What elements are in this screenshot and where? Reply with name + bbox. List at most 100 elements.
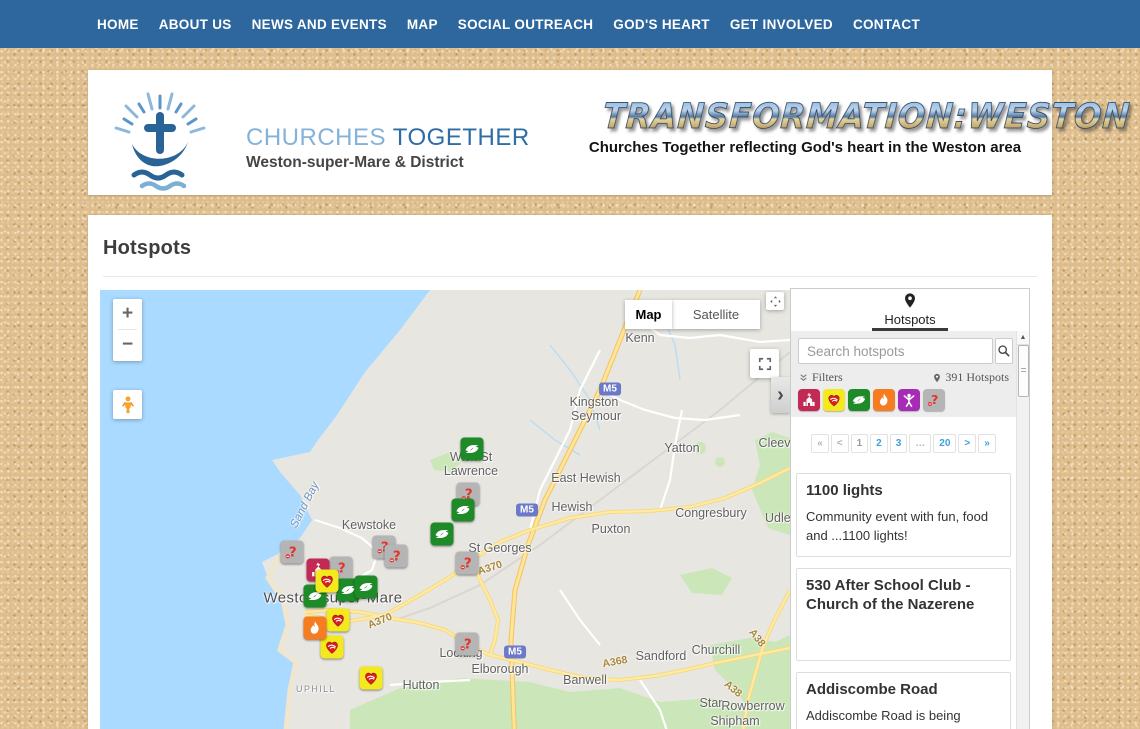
churches-together-logo: CHURCHES TOGETHER Weston-super-Mare & Di… bbox=[98, 88, 568, 188]
nav-item-about-us[interactable]: ABOUT US bbox=[149, 17, 242, 32]
zoom-out-button[interactable]: − bbox=[113, 330, 142, 360]
page-button-3[interactable]: 3 bbox=[890, 434, 908, 453]
hotspot-title: Addiscombe Road bbox=[806, 681, 1001, 700]
road-badge-m5: M5 bbox=[504, 646, 526, 659]
nav-item-get-involved[interactable]: GET INVOLVED bbox=[720, 17, 843, 32]
map-pin-icon bbox=[932, 372, 942, 384]
hands-icon bbox=[463, 440, 482, 459]
search-input[interactable] bbox=[798, 338, 993, 364]
heart-icon bbox=[329, 611, 348, 630]
filters-toggle[interactable]: Filters bbox=[798, 370, 843, 385]
search-button[interactable] bbox=[995, 338, 1013, 364]
map-marker-question[interactable] bbox=[456, 633, 479, 656]
search-icon bbox=[996, 343, 1012, 359]
map-marker-question[interactable] bbox=[385, 545, 408, 568]
question-icon bbox=[458, 554, 477, 573]
map-type-map-button[interactable]: Map bbox=[625, 300, 672, 329]
panel-scrollbar[interactable]: ▲ bbox=[1016, 331, 1029, 729]
hotspot-title: 1100 lights bbox=[806, 482, 1001, 501]
filter-chip-hands[interactable] bbox=[848, 389, 870, 411]
heart-icon bbox=[362, 669, 381, 688]
page-button-1: 1 bbox=[851, 434, 869, 453]
fullscreen-icon bbox=[756, 355, 774, 373]
map-marker-heart[interactable] bbox=[360, 667, 383, 690]
hotspot-description bbox=[806, 620, 1001, 650]
page-button-20[interactable]: 20 bbox=[933, 434, 956, 453]
question-icon bbox=[925, 391, 943, 409]
page-button-[interactable]: > bbox=[958, 434, 976, 453]
hands-icon bbox=[454, 501, 473, 520]
churches-together-wordmark: CHURCHES TOGETHER bbox=[246, 124, 530, 152]
map-expand-button[interactable] bbox=[766, 292, 784, 310]
question-icon bbox=[387, 547, 406, 566]
map-marker-hands[interactable] bbox=[431, 523, 454, 546]
nav-item-god-s-heart[interactable]: GOD'S HEART bbox=[603, 17, 720, 32]
filter-chip-flame[interactable] bbox=[873, 389, 895, 411]
map-marker-question[interactable] bbox=[281, 541, 304, 564]
hotspots-panel: Hotspots ▲ bbox=[790, 288, 1030, 729]
heart-icon bbox=[825, 391, 843, 409]
nav-item-home[interactable]: HOME bbox=[87, 17, 149, 32]
divider bbox=[103, 276, 1037, 277]
tab-hotspots-label: Hotspots bbox=[791, 312, 1029, 327]
page-button-: < bbox=[831, 434, 849, 453]
churches-together-subtitle: Weston-super-Mare & District bbox=[246, 154, 530, 172]
nav-item-social-outreach[interactable]: SOCIAL OUTREACH bbox=[448, 17, 604, 32]
question-icon bbox=[458, 635, 477, 654]
transformation-weston-title: TRANSFORMATION:WESTON bbox=[602, 100, 1132, 135]
map-marker-heart[interactable] bbox=[327, 609, 350, 632]
hotspot-card-1100-lights[interactable]: 1100 lights Community event with fun, foo… bbox=[796, 473, 1011, 557]
map-base-layer bbox=[100, 290, 790, 729]
hands-icon bbox=[433, 525, 452, 544]
map-marker-hands[interactable] bbox=[461, 438, 484, 461]
filter-chips bbox=[798, 389, 1009, 411]
filter-chip-question[interactable] bbox=[923, 389, 945, 411]
main-content: Hotspots bbox=[88, 215, 1052, 729]
heart-icon bbox=[318, 572, 337, 591]
map-marker-question[interactable] bbox=[456, 552, 479, 575]
chevrons-down-icon bbox=[798, 372, 809, 383]
hotspot-card-530-after-school-club-church-of-the-nazerene[interactable]: 530 After School Club - Church of the Na… bbox=[796, 568, 1011, 662]
zoom-in-button[interactable]: + bbox=[113, 299, 142, 329]
hands-icon bbox=[357, 578, 376, 597]
filters-label: Filters bbox=[812, 370, 843, 385]
search-filter-area: Filters 391 Hotspots bbox=[791, 331, 1016, 417]
hotspot-count-label: 391 Hotspots bbox=[945, 370, 1009, 385]
map-marker-hands[interactable] bbox=[452, 499, 475, 522]
hotspot-description: Addiscombe Road is being prayed and care… bbox=[806, 706, 1001, 729]
filter-chip-heart[interactable] bbox=[823, 389, 845, 411]
map-canvas[interactable]: KennKingstonSeymourYattonCleeveEast Hewi… bbox=[100, 290, 790, 729]
map-type-satellite-button[interactable]: Satellite bbox=[672, 300, 760, 329]
banner-tagline: Churches Together reflecting God's heart… bbox=[580, 139, 1030, 156]
map-pin-icon bbox=[902, 292, 919, 309]
page-button-: « bbox=[811, 434, 829, 453]
filter-chip-church[interactable] bbox=[798, 389, 820, 411]
question-icon bbox=[283, 543, 302, 562]
street-view-pegman-button[interactable] bbox=[113, 390, 142, 419]
nav-item-map[interactable]: MAP bbox=[397, 17, 448, 32]
page-button-: … bbox=[909, 434, 931, 453]
map-marker-flame[interactable] bbox=[304, 617, 327, 640]
road-badge-m5: M5 bbox=[516, 504, 538, 517]
filter-chip-person[interactable] bbox=[898, 389, 920, 411]
main-navigation: HOMEABOUT USNEWS AND EVENTSMAPSOCIAL OUT… bbox=[0, 0, 1140, 48]
hotspot-description: Community event with fun, food and ...11… bbox=[806, 507, 1001, 546]
road-badge-m5: M5 bbox=[599, 383, 621, 396]
page-button-[interactable]: » bbox=[978, 434, 996, 453]
hotspots-scroll-area: ▲ Filters bbox=[791, 331, 1029, 729]
flame-icon bbox=[306, 619, 325, 638]
nav-item-news-and-events[interactable]: NEWS AND EVENTS bbox=[242, 17, 397, 32]
page-button-2[interactable]: 2 bbox=[870, 434, 888, 453]
nav-item-contact[interactable]: CONTACT bbox=[843, 17, 930, 32]
tab-hotspots[interactable]: Hotspots bbox=[791, 289, 1029, 331]
hands-icon bbox=[850, 391, 868, 409]
transformation-weston-banner: TRANSFORMATION:WESTON Churches Together … bbox=[580, 100, 1030, 156]
fullscreen-button[interactable] bbox=[750, 349, 779, 378]
site-header: CHURCHES TOGETHER Weston-super-Mare & Di… bbox=[88, 70, 1052, 195]
map-marker-hands[interactable] bbox=[355, 576, 378, 599]
scrollbar-up-arrow-icon[interactable]: ▲ bbox=[1017, 331, 1029, 345]
panel-collapse-toggle[interactable]: › bbox=[771, 377, 790, 413]
scrollbar-thumb[interactable] bbox=[1018, 345, 1029, 397]
hotspot-card-addiscombe-road[interactable]: Addiscombe Road Addiscombe Road is being … bbox=[796, 672, 1011, 729]
map-marker-heart[interactable] bbox=[316, 570, 339, 593]
